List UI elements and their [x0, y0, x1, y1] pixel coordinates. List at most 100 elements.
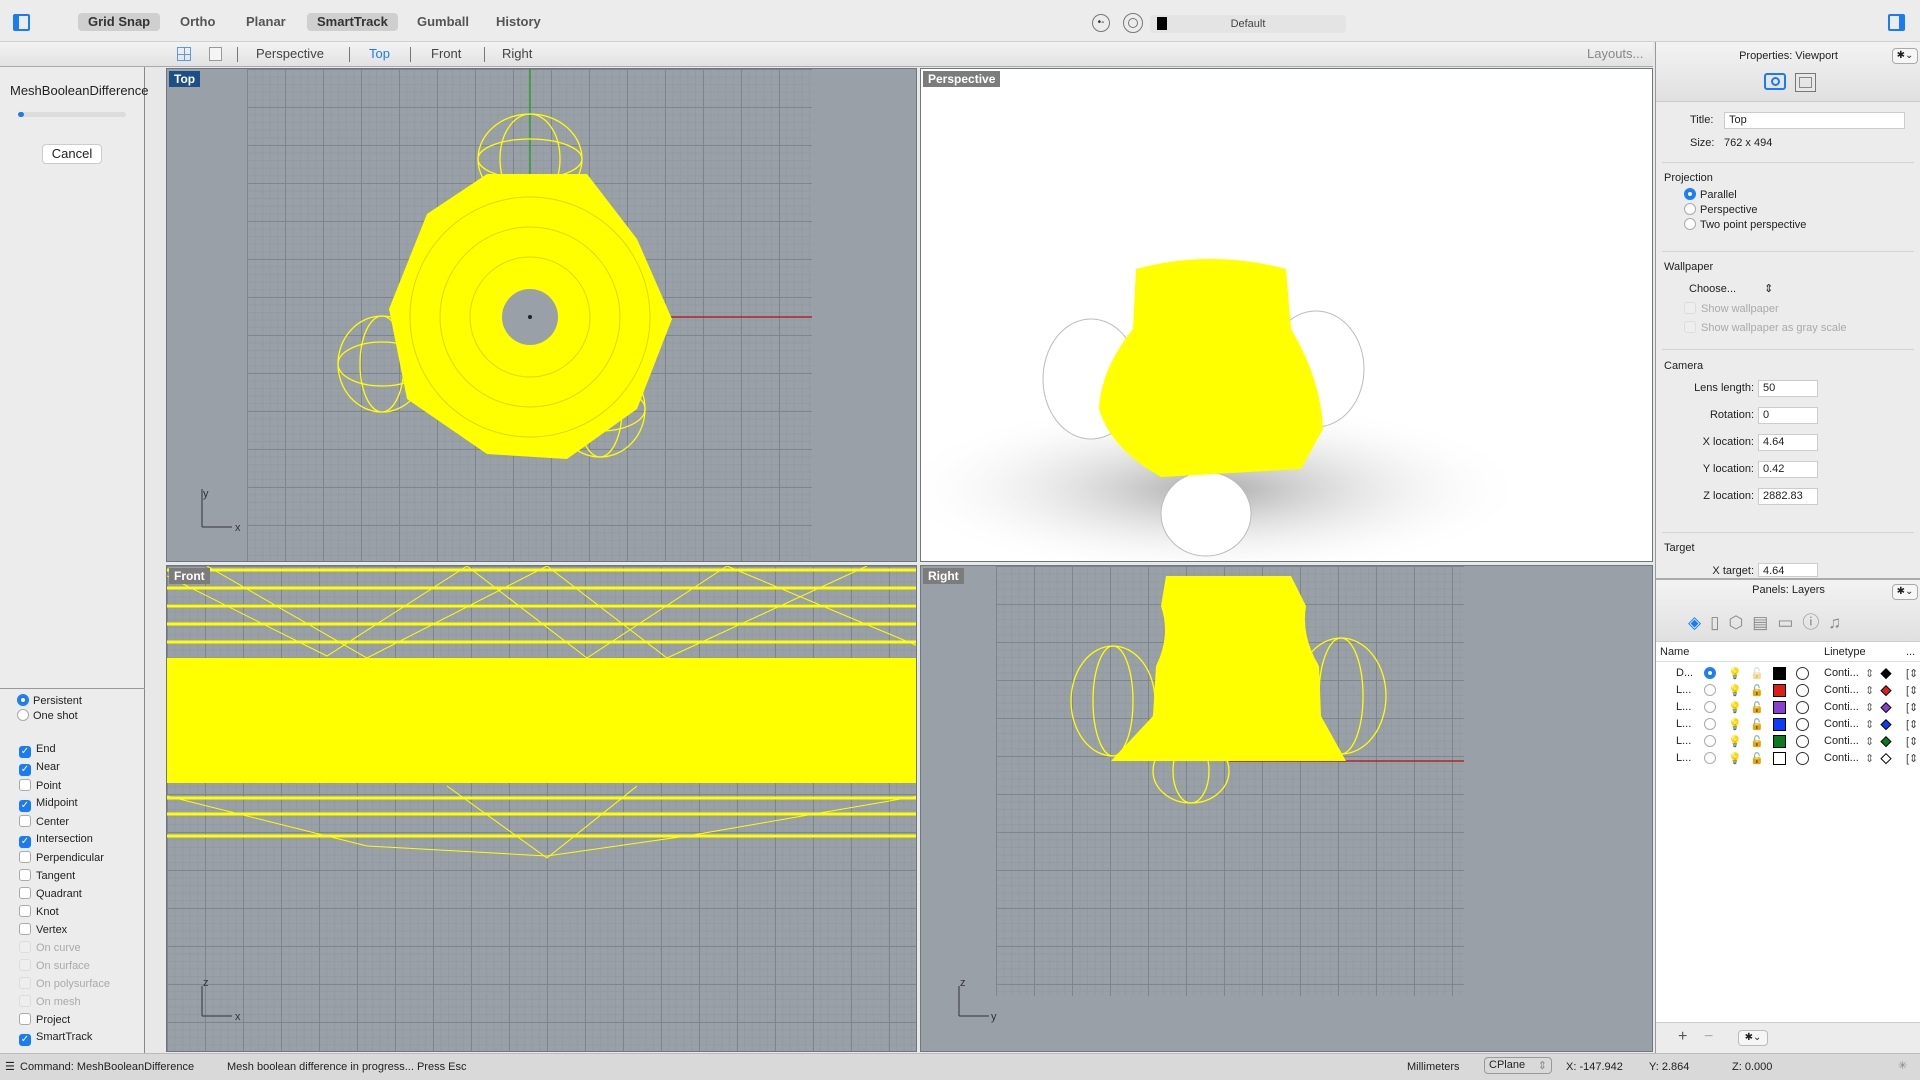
tab-top[interactable]: Top — [369, 46, 390, 61]
print-color-diamond-icon[interactable]: ◆ — [1881, 665, 1892, 681]
layer-row[interactable]: L... 💡 🔓 Conti... ⇕ ◆ [⇕ — [1656, 733, 1920, 751]
camera-field-input[interactable]: 0 — [1758, 407, 1818, 424]
viewport-label-front[interactable]: Front — [169, 568, 210, 584]
linetype-value[interactable]: Conti... — [1824, 752, 1859, 764]
print-width-icon[interactable]: [⇕ — [1906, 752, 1918, 765]
wallpaper-choose-select[interactable]: Choose... ⇕ — [1689, 282, 1773, 295]
toggle-right-sidebar-icon[interactable] — [1888, 14, 1905, 31]
help-icon[interactable]: ⓘ — [1802, 613, 1828, 632]
print-color-diamond-icon[interactable]: ◆ — [1881, 716, 1892, 732]
material-circle-icon[interactable] — [1796, 735, 1809, 748]
osnap-mode-one-shot[interactable]: One shot — [17, 709, 78, 722]
notes-scroll-icon[interactable]: ▤ — [1752, 613, 1777, 632]
layer-row[interactable]: L... 💡 🔓 Conti... ⇕ ◆ [⇕ — [1656, 699, 1920, 717]
osnap-vertex[interactable]: Vertex — [19, 923, 67, 936]
current-layer-radio[interactable] — [1704, 752, 1716, 764]
panel-options-gear-icon[interactable]: ✱⌄ — [1892, 584, 1918, 600]
command-line[interactable]: Command: MeshBooleanDifference — [20, 1061, 194, 1073]
layer-row[interactable]: L... 💡 🔓 Conti... ⇕ ◆ [⇕ — [1656, 716, 1920, 734]
current-layer-radio[interactable] — [1704, 667, 1716, 679]
layer-color-swatch[interactable] — [1773, 735, 1786, 748]
layer-row[interactable]: L... 💡 🔓 Conti... ⇕ ◆ [⇕ — [1656, 750, 1920, 768]
notifications-bell-icon[interactable]: ♫ — [1828, 613, 1850, 632]
print-color-diamond-icon[interactable]: ◆ — [1881, 750, 1892, 766]
cplane-select[interactable]: CPlane ⇕ — [1484, 1057, 1552, 1074]
layer-color-swatch[interactable] — [1773, 752, 1786, 765]
print-width-icon[interactable]: [⇕ — [1906, 718, 1918, 731]
material-circle-icon[interactable] — [1796, 667, 1809, 680]
layer-row[interactable]: L... 💡 🔓 Conti... ⇕ ◆ [⇕ — [1656, 682, 1920, 700]
viewport-front[interactable]: z x Front — [166, 565, 917, 1052]
current-layer-radio[interactable] — [1704, 684, 1716, 696]
lock-icon[interactable]: 🔓 — [1750, 701, 1764, 714]
material-circle-icon[interactable] — [1796, 752, 1809, 765]
osnap-near[interactable]: ✓ Near — [19, 761, 60, 776]
viewport-frame-icon[interactable] — [1795, 73, 1816, 92]
layer-options-gear-icon[interactable]: ✱⌄ — [1738, 1030, 1768, 1046]
layer-color-swatch[interactable] — [1773, 667, 1786, 680]
osnap-midpoint[interactable]: ✓ Midpoint — [19, 797, 78, 812]
layouts-button[interactable]: Layouts... — [1587, 46, 1643, 61]
material-circle-icon[interactable] — [1796, 701, 1809, 714]
grid-snap-toggle[interactable]: Grid Snap — [78, 13, 161, 31]
visibility-bulb-icon[interactable]: 💡 — [1728, 684, 1742, 697]
osnap-intersection[interactable]: ✓ Intersection — [19, 833, 93, 848]
history-toggle[interactable]: History — [486, 13, 551, 31]
lock-icon[interactable]: 🔓 — [1750, 667, 1764, 680]
projection-two-point[interactable]: Two point perspective — [1684, 218, 1806, 231]
command-history-icon[interactable]: ☰ — [5, 1060, 15, 1073]
display-monitor-icon[interactable]: ▭ — [1777, 613, 1802, 632]
osnap-project[interactable]: Project — [19, 1013, 70, 1026]
camera-icon[interactable] — [1764, 73, 1786, 90]
col-more[interactable]: ... — [1906, 646, 1915, 658]
print-color-diamond-icon[interactable]: ◆ — [1881, 733, 1892, 749]
current-layer-radio[interactable] — [1704, 701, 1716, 713]
linetype-value[interactable]: Conti... — [1824, 701, 1859, 713]
print-color-diamond-icon[interactable]: ◆ — [1881, 682, 1892, 698]
linetype-value[interactable]: Conti... — [1824, 735, 1859, 747]
viewport-label-top[interactable]: Top — [169, 71, 201, 87]
current-layer-selector[interactable]: Default — [1150, 15, 1346, 33]
col-linetype[interactable]: Linetype — [1824, 646, 1866, 658]
visibility-bulb-icon[interactable]: 💡 — [1728, 667, 1742, 680]
viewport-perspective[interactable]: Perspective — [920, 68, 1653, 562]
viewport-right[interactable]: z y Right — [920, 565, 1653, 1052]
units-label[interactable]: Millimeters — [1407, 1061, 1460, 1073]
material-circle-icon[interactable] — [1796, 684, 1809, 697]
tab-front[interactable]: Front — [431, 46, 461, 61]
linetype-value[interactable]: Conti... — [1824, 718, 1859, 730]
visibility-bulb-icon[interactable]: 💡 — [1728, 735, 1742, 748]
lock-icon[interactable]: 🔓 — [1750, 752, 1764, 765]
title-field[interactable]: Top — [1724, 112, 1905, 129]
layers-icon[interactable]: ◈ — [1688, 613, 1710, 632]
lock-icon[interactable]: 🔓 — [1750, 718, 1764, 731]
remove-layer-button[interactable]: − — [1704, 1028, 1713, 1046]
visibility-bulb-icon[interactable]: 💡 — [1728, 701, 1742, 714]
osnap-center[interactable]: Center — [19, 815, 69, 828]
visibility-bulb-icon[interactable]: 💡 — [1728, 718, 1742, 731]
layer-color-swatch[interactable] — [1773, 684, 1786, 697]
linetype-value[interactable]: Conti... — [1824, 667, 1859, 679]
four-viewports-icon[interactable] — [177, 47, 191, 61]
x-target-field[interactable]: 4.64 — [1758, 563, 1818, 577]
tab-perspective[interactable]: Perspective — [256, 46, 324, 61]
osnap-end[interactable]: ✓ End — [19, 743, 56, 758]
camera-field-input[interactable]: 50 — [1758, 380, 1818, 397]
osnap-tangent[interactable]: Tangent — [19, 869, 75, 882]
print-width-icon[interactable]: [⇕ — [1906, 667, 1918, 680]
object-cube-icon[interactable]: ⬡ — [1728, 613, 1752, 632]
current-layer-radio[interactable] — [1704, 718, 1716, 730]
ortho-toggle[interactable]: Ortho — [170, 13, 225, 31]
visibility-bulb-icon[interactable]: 💡 — [1728, 752, 1742, 765]
smarttrack-toggle[interactable]: SmartTrack — [307, 13, 398, 31]
col-name[interactable]: Name — [1660, 646, 1689, 658]
current-layer-radio[interactable] — [1704, 735, 1716, 747]
material-circle-icon[interactable] — [1796, 718, 1809, 731]
viewport-label-right[interactable]: Right — [923, 568, 964, 584]
osnap-mode-persistent[interactable]: Persistent — [17, 694, 82, 707]
layer-color-swatch[interactable] — [1773, 701, 1786, 714]
tab-right[interactable]: Right — [502, 46, 532, 61]
toggle-left-sidebar-icon[interactable] — [13, 14, 30, 31]
add-layer-button[interactable]: + — [1678, 1028, 1687, 1046]
layer-color-swatch[interactable] — [1773, 718, 1786, 731]
